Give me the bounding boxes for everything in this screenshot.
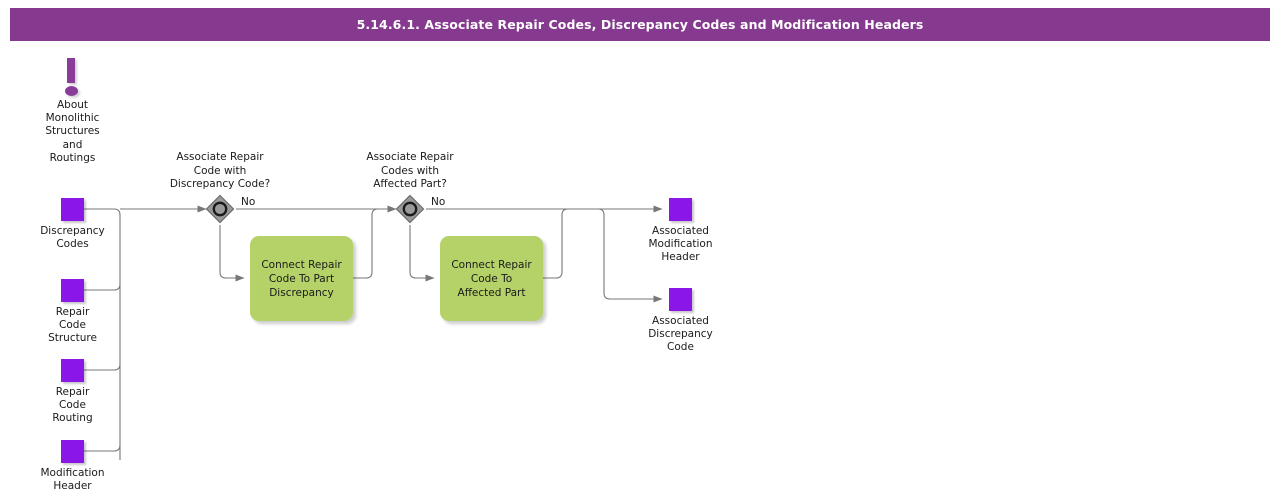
edge-task-2-to-main-line: [543, 208, 569, 279]
data-object-icon: [669, 288, 692, 311]
gateway-label: Associate Repair Code with Discrepancy C…: [169, 151, 271, 190]
data-object-label: Associated Discrepancy Code: [648, 315, 713, 354]
flow-label-gateway-1-no: No: [241, 196, 256, 208]
exclamation-bar: [67, 58, 75, 83]
data-object-label: Modification Header: [40, 467, 105, 493]
data-object-repair-code-structure[interactable]: Repair Code Structure: [48, 279, 97, 344]
gateway-label: Associate Repair Codes with Affected Par…: [366, 151, 454, 190]
data-object-discrepancy-codes[interactable]: Discrepancy Codes: [40, 198, 105, 250]
gateway-associate-repair-code-discrepancy[interactable]: Associate Repair Code with Discrepancy C…: [170, 151, 270, 225]
data-object-label: Repair Code Structure: [48, 306, 97, 345]
data-object-modification-header[interactable]: Modification Header: [41, 440, 105, 492]
inclusive-gateway-icon: [395, 194, 425, 224]
edge-gateway-1-to-task-1: [219, 225, 245, 282]
data-object-label: Discrepancy Codes: [40, 225, 105, 251]
data-object-label: Associated Modification Header: [648, 225, 713, 264]
edge-task-1-to-gateway-2: [353, 208, 379, 279]
edge-gateway-2-to-task-2: [409, 225, 435, 282]
page-title: 5.14.6.1. Associate Repair Codes, Discre…: [356, 17, 924, 32]
inclusive-gateway-icon: [205, 194, 235, 224]
task-connect-repair-code-to-part-discrepancy[interactable]: Connect Repair Code To Part Discrepancy: [250, 236, 353, 321]
edge-repair-code-routing-to-bus: [84, 363, 121, 371]
edge-modification-header-to-bus: [84, 444, 121, 452]
flow-label-gateway-2-no: No: [431, 196, 446, 208]
data-object-associated-discrepancy-code[interactable]: Associated Discrepancy Code: [648, 288, 713, 353]
page-title-banner: 5.14.6.1. Associate Repair Codes, Discre…: [10, 8, 1270, 41]
data-object-icon: [61, 440, 84, 463]
data-object-icon: [61, 359, 84, 382]
data-object-icon: [61, 279, 84, 302]
task-label: Connect Repair Code To Affected Part: [451, 258, 532, 299]
data-object-label: Repair Code Routing: [52, 386, 93, 425]
data-object-icon: [669, 198, 692, 221]
note-label: About Monolithic Structures and Routings: [45, 99, 100, 164]
exclamation-icon: [61, 58, 84, 96]
data-object-icon: [61, 198, 84, 221]
task-label: Connect Repair Code To Part Discrepancy: [261, 258, 342, 299]
task-connect-repair-code-to-affected-part[interactable]: Connect Repair Code To Affected Part: [440, 236, 543, 321]
exclamation-dot: [64, 86, 78, 96]
gateway-associate-repair-codes-affected-part[interactable]: Associate Repair Codes with Affected Par…: [366, 151, 454, 225]
data-object-repair-code-routing[interactable]: Repair Code Routing: [52, 359, 93, 424]
edge-repair-code-structure-to-bus: [84, 283, 121, 291]
data-object-associated-modification-header[interactable]: Associated Modification Header: [649, 198, 713, 263]
note-about-monolithic-structures[interactable]: About Monolithic Structures and Routings: [45, 58, 100, 164]
